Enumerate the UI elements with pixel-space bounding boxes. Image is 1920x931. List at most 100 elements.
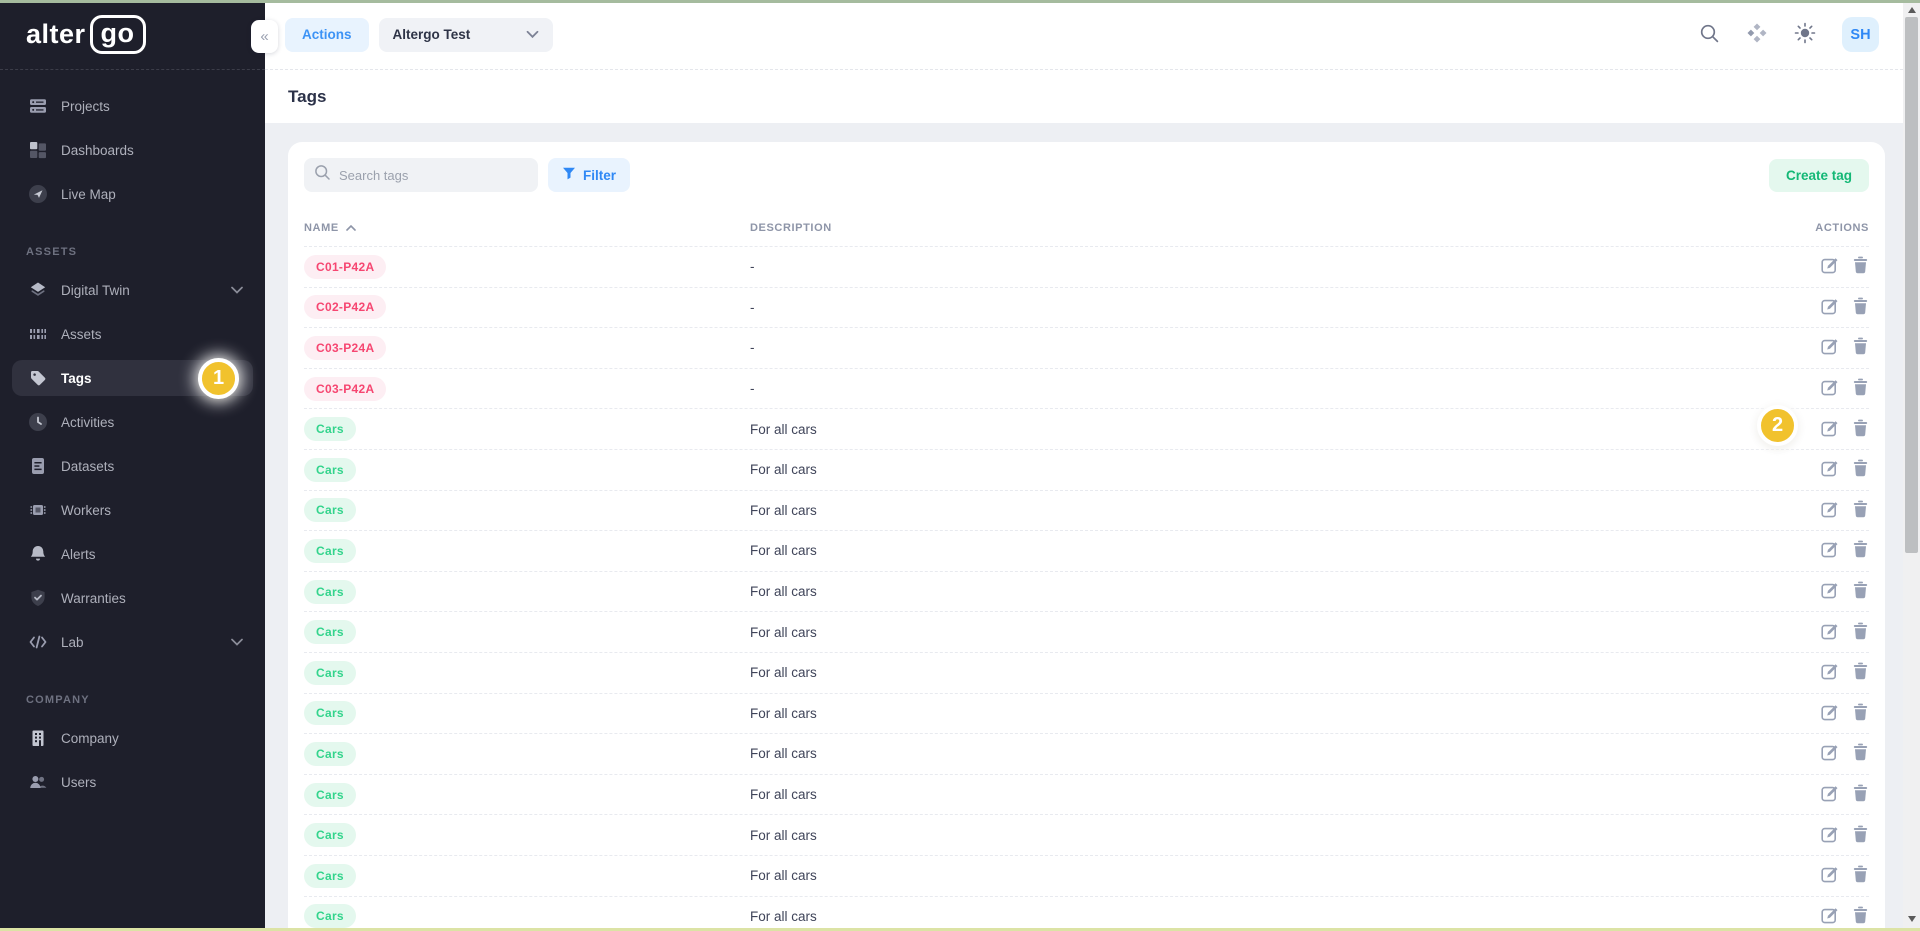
delete-tag-button[interactable] [1852, 865, 1869, 886]
global-search-button[interactable] [1699, 23, 1720, 47]
edit-tag-button[interactable] [1821, 743, 1839, 764]
table-row: Cars For all cars [304, 774, 1869, 815]
scrollbar-down-arrow[interactable] [1903, 911, 1920, 927]
edit-tag-button[interactable] [1821, 662, 1839, 683]
trash-icon [1852, 337, 1869, 358]
annotation-badge-2: 2 [1757, 405, 1798, 446]
tag-description: - [750, 340, 1749, 355]
sidebar-item-assets[interactable]: Assets [12, 316, 253, 352]
delete-tag-button[interactable] [1852, 703, 1869, 724]
delete-tag-button[interactable] [1852, 419, 1869, 440]
delete-tag-button[interactable] [1852, 256, 1869, 277]
tag-pill: Cars [304, 742, 356, 766]
column-header-name[interactable]: NAME [304, 222, 750, 234]
tag-pill: C01-P42A [304, 255, 386, 279]
vertical-scrollbar[interactable] [1903, 0, 1920, 931]
create-tag-button[interactable]: Create tag [1769, 159, 1869, 192]
edit-tag-button[interactable] [1821, 378, 1839, 399]
table-row: Cars For all cars [304, 652, 1869, 693]
edit-icon [1821, 581, 1839, 602]
sidebar-item-users[interactable]: Users [12, 764, 253, 800]
delete-tag-button[interactable] [1852, 784, 1869, 805]
delete-tag-button[interactable] [1852, 297, 1869, 318]
workspace-selector[interactable]: Altergo Test [379, 18, 553, 52]
edit-tag-button[interactable] [1821, 297, 1839, 318]
delete-tag-button[interactable] [1852, 337, 1869, 358]
four-diamonds-icon [1746, 22, 1768, 47]
actions-button[interactable]: Actions [285, 18, 369, 52]
table-row: Cars For all cars [304, 733, 1869, 774]
edit-icon [1821, 500, 1839, 521]
delete-tag-button[interactable] [1852, 743, 1869, 764]
edit-tag-button[interactable] [1821, 825, 1839, 846]
search-tags-input[interactable] [339, 168, 528, 183]
sidebar-item-label: Warranties [61, 591, 126, 606]
tag-description: For all cars [750, 625, 1749, 640]
sidebar-item-datasets[interactable]: Datasets [12, 448, 253, 484]
scrollbar-up-arrow[interactable] [1903, 2, 1920, 18]
edit-tag-button[interactable] [1821, 581, 1839, 602]
column-header-description: DESCRIPTION [750, 222, 1749, 234]
table-row: Cars For all cars [304, 814, 1869, 855]
delete-tag-button[interactable] [1852, 581, 1869, 602]
trash-icon [1852, 906, 1869, 927]
apps-button[interactable] [1746, 22, 1768, 47]
edit-tag-button[interactable] [1821, 622, 1839, 643]
sidebar-item-warranties[interactable]: Warranties [12, 580, 253, 616]
delete-tag-button[interactable] [1852, 540, 1869, 561]
content-area: Filter Create tag NAME DESCRIPTION ACTIO… [265, 123, 1903, 931]
edit-tag-button[interactable] [1821, 906, 1839, 927]
sidebar-item-activities[interactable]: Activities [12, 404, 253, 440]
table-row: Cars For all cars [304, 490, 1869, 531]
filter-button-label: Filter [583, 168, 616, 183]
warranties-icon [28, 588, 48, 608]
delete-tag-button[interactable] [1852, 825, 1869, 846]
tag-description: For all cars [750, 422, 1749, 437]
tags-card: Filter Create tag NAME DESCRIPTION ACTIO… [288, 142, 1885, 931]
delete-tag-button[interactable] [1852, 500, 1869, 521]
sidebar-item-digital-twin[interactable]: Digital Twin [12, 272, 253, 308]
sidebar-item-lab[interactable]: Lab [12, 624, 253, 660]
edit-icon [1821, 743, 1839, 764]
table-row: C03-P24A - [304, 327, 1869, 368]
edit-tag-button[interactable] [1821, 703, 1839, 724]
sidebar-collapse-button[interactable]: « [251, 20, 278, 53]
edit-tag-button[interactable] [1821, 337, 1839, 358]
delete-tag-button[interactable] [1852, 378, 1869, 399]
theme-toggle-button[interactable] [1794, 22, 1816, 47]
tag-description: For all cars [750, 503, 1749, 518]
edit-tag-button[interactable] [1821, 540, 1839, 561]
trash-icon [1852, 703, 1869, 724]
edit-tag-button[interactable] [1821, 459, 1839, 480]
edit-icon [1821, 662, 1839, 683]
tag-description: - [750, 300, 1749, 315]
chevron-down-icon [231, 286, 243, 294]
scrollbar-thumb[interactable] [1905, 17, 1918, 553]
user-avatar[interactable]: SH [1842, 17, 1879, 52]
edit-icon [1821, 419, 1839, 440]
edit-tag-button[interactable] [1821, 784, 1839, 805]
edit-icon [1821, 337, 1839, 358]
edit-tag-button[interactable] [1821, 256, 1839, 277]
tag-description: For all cars [750, 706, 1749, 721]
company-icon [28, 728, 48, 748]
sidebar-item-live-map[interactable]: Live Map [12, 176, 253, 212]
column-header-actions: ACTIONS [1749, 222, 1869, 234]
edit-tag-button[interactable] [1821, 500, 1839, 521]
edit-tag-button[interactable] [1821, 419, 1839, 440]
filter-button[interactable]: Filter [548, 158, 630, 192]
delete-tag-button[interactable] [1852, 459, 1869, 480]
delete-tag-button[interactable] [1852, 622, 1869, 643]
sidebar-item-dashboards[interactable]: Dashboards [12, 132, 253, 168]
sidebar-item-company[interactable]: Company [12, 720, 253, 756]
tag-description: - [750, 381, 1749, 396]
main-area: « Actions Altergo Test [265, 0, 1920, 931]
tag-pill: Cars [304, 458, 356, 482]
delete-tag-button[interactable] [1852, 906, 1869, 927]
sidebar-item-alerts[interactable]: Alerts [12, 536, 253, 572]
sidebar-item-projects[interactable]: Projects [12, 88, 253, 124]
delete-tag-button[interactable] [1852, 662, 1869, 683]
logo-band: altergo [0, 0, 265, 70]
sidebar-item-workers[interactable]: Workers [12, 492, 253, 528]
edit-tag-button[interactable] [1821, 865, 1839, 886]
